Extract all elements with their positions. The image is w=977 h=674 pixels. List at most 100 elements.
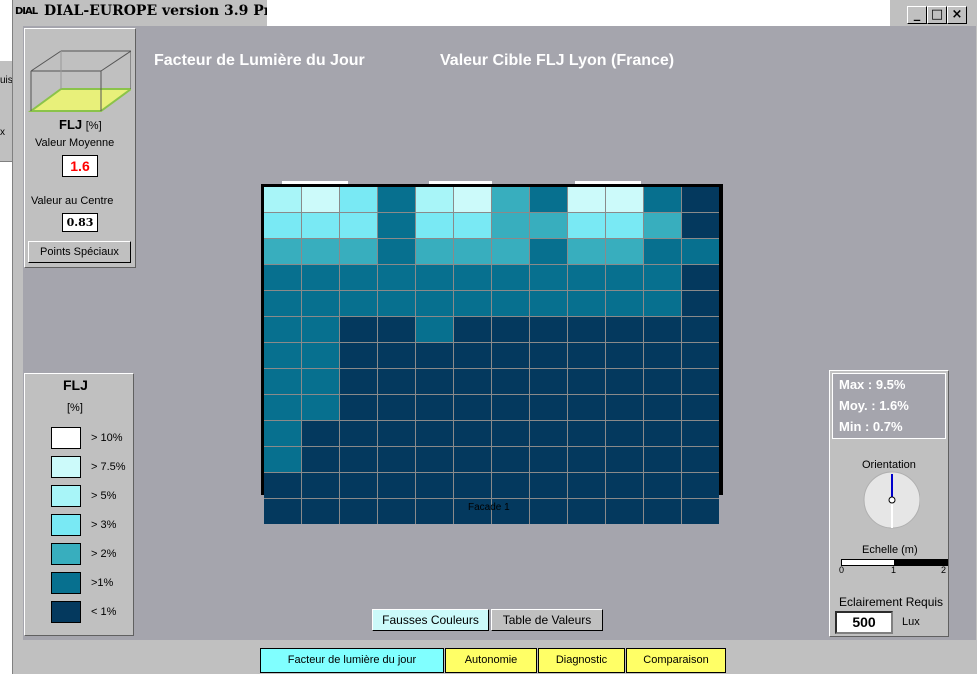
legend-item: > 10%	[51, 427, 171, 449]
grid-cell	[682, 421, 719, 446]
grid-cell	[340, 239, 377, 264]
legend-item: >1%	[51, 572, 171, 594]
grid-cell	[568, 265, 605, 290]
legend-label: > 7.5%	[91, 461, 126, 473]
grid-cell	[264, 187, 301, 212]
grid-cell	[568, 473, 605, 498]
grid-cell	[682, 317, 719, 342]
minimize-button[interactable]: _	[907, 6, 927, 24]
grid-cell	[378, 369, 415, 394]
grid-cell	[416, 473, 453, 498]
grid-cell	[682, 213, 719, 238]
grid-cell	[530, 499, 567, 524]
grid-cell	[378, 291, 415, 316]
tab-comparaison[interactable]: Comparaison	[626, 648, 726, 673]
grid-cell	[568, 213, 605, 238]
close-button[interactable]: ×	[947, 6, 967, 24]
grid-cell	[302, 369, 339, 394]
grid-cell	[302, 317, 339, 342]
tab-autonomie[interactable]: Autonomie	[445, 648, 537, 673]
grid-cell	[530, 473, 567, 498]
grid-cell	[492, 473, 529, 498]
grid-cell	[492, 187, 529, 212]
legend-label: >1%	[91, 577, 114, 589]
grid-cell	[454, 395, 491, 420]
grid-cell	[302, 343, 339, 368]
grid-cell	[416, 317, 453, 342]
grid-cell	[644, 265, 681, 290]
grid-cell	[644, 447, 681, 472]
grid-cell	[340, 473, 377, 498]
grid-cell	[644, 499, 681, 524]
grid-cell	[378, 239, 415, 264]
grid-cell	[454, 369, 491, 394]
legend-swatch	[51, 514, 81, 536]
grid-cell	[568, 291, 605, 316]
grid-cell	[340, 395, 377, 420]
grid-cell	[530, 447, 567, 472]
legend-label: > 10%	[91, 432, 123, 444]
fausses-couleurs-button[interactable]: Fausses Couleurs	[372, 609, 489, 631]
grid-cell	[568, 239, 605, 264]
grid-cell	[454, 317, 491, 342]
grid-cell	[492, 213, 529, 238]
grid-cell	[530, 187, 567, 212]
maximize-button[interactable]: □	[927, 6, 947, 24]
grid-cell	[530, 421, 567, 446]
grid-cell	[454, 343, 491, 368]
heading-facteur: Facteur de Lumière du Jour	[154, 52, 365, 69]
eclairement-input[interactable]: 500	[835, 611, 893, 634]
grid-cell	[454, 213, 491, 238]
grid-cell	[606, 343, 643, 368]
flj-label: FLJ	[59, 117, 83, 132]
grid-cell	[492, 369, 529, 394]
grid-cell	[454, 447, 491, 472]
legend-title: FLJ	[63, 377, 88, 393]
info-panel: FLJ [%] Valeur Moyenne 1.6 Valeur au Cen…	[24, 28, 136, 268]
grid-cell	[530, 213, 567, 238]
grid-cell	[606, 369, 643, 394]
echelle-label: Echelle (m)	[862, 544, 918, 556]
grid-cell	[568, 447, 605, 472]
facade-grid	[261, 184, 723, 524]
grid-cell	[416, 291, 453, 316]
grid-cell	[682, 291, 719, 316]
grid-cell	[264, 395, 301, 420]
grid-cell	[378, 473, 415, 498]
grid-cell	[340, 265, 377, 290]
legend-swatch	[51, 485, 81, 507]
grid-cell	[492, 421, 529, 446]
facade-grid-cells	[264, 187, 719, 524]
grid-cell	[682, 187, 719, 212]
grid-cell	[454, 291, 491, 316]
tab-facteur-lumiere[interactable]: Facteur de lumière du jour	[260, 648, 444, 673]
orientation-compass-icon[interactable]	[860, 471, 920, 531]
scale-tick-2: 2	[941, 565, 947, 575]
facade-caption: Facade 1	[468, 502, 510, 513]
grid-cell	[264, 447, 301, 472]
legend-label: < 1%	[91, 606, 117, 618]
room-icon	[27, 50, 131, 112]
valeur-centre-value: 0.83	[62, 213, 98, 232]
grid-cell	[454, 265, 491, 290]
grid-cell	[340, 291, 377, 316]
background-text-2: x	[0, 127, 5, 138]
stat-max: Max : 9.5%	[839, 377, 906, 392]
legend-unit: [%]	[67, 402, 83, 414]
grid-cell	[644, 395, 681, 420]
legend-swatch	[51, 601, 81, 623]
tab-diagnostic[interactable]: Diagnostic	[538, 648, 625, 673]
legend-label: > 5%	[91, 490, 117, 502]
grid-cell	[378, 447, 415, 472]
table-de-valeurs-button[interactable]: Table de Valeurs	[491, 609, 603, 631]
legend-label: > 2%	[91, 548, 117, 560]
grid-cell	[416, 187, 453, 212]
window-marker-2	[429, 181, 492, 184]
grid-cell	[378, 187, 415, 212]
grid-cell	[378, 395, 415, 420]
points-speciaux-button[interactable]: Points Spéciaux	[28, 241, 131, 263]
grid-cell	[340, 213, 377, 238]
title-bar[interactable]: DIAL DIAL-EUROPE version 3.9 Programme P…	[13, 0, 977, 26]
grid-cell	[416, 213, 453, 238]
grid-cell	[530, 343, 567, 368]
